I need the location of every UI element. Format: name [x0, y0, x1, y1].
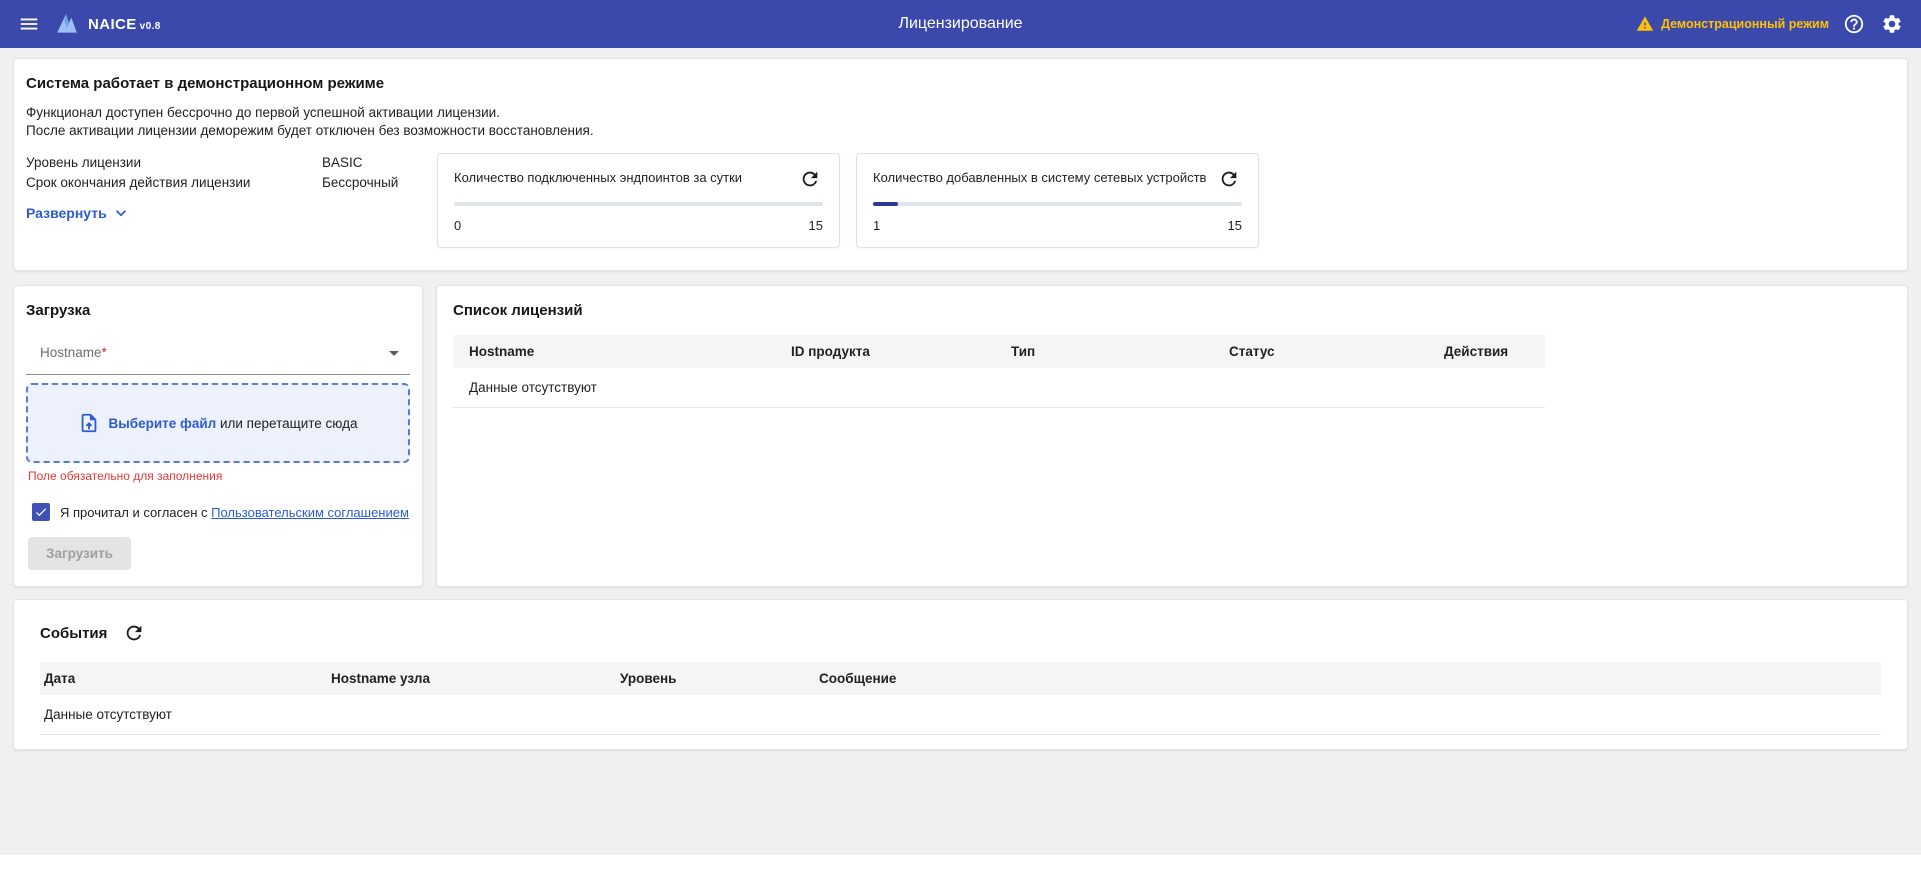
- demo-mode-card: Система работает в демонстрационном режи…: [13, 58, 1908, 271]
- devices-current-value: 1: [873, 218, 880, 233]
- user-agreement-link[interactable]: Пользовательским соглашением: [211, 505, 409, 520]
- license-expiry-label: Срок окончания действия лицензии: [26, 175, 322, 190]
- agreement-checkbox[interactable]: [32, 503, 50, 521]
- app-name: NAICEv0.8: [88, 16, 161, 33]
- column-header-product-id: ID продукта: [775, 335, 995, 368]
- hostname-select-label: Hostname: [40, 345, 102, 360]
- demo-card-title: Система работает в демонстрационном режи…: [26, 75, 1895, 92]
- column-header-node-hostname: Hostname узла: [327, 662, 616, 695]
- endpoints-meter-title: Количество подключенных эндпоинтов за су…: [454, 166, 742, 185]
- upload-file-icon: [78, 412, 100, 434]
- license-list-card: Список лицензий Hostname ID продукта Тип…: [436, 285, 1908, 587]
- refresh-icon: [799, 168, 821, 190]
- endpoints-max-value: 15: [809, 218, 823, 233]
- events-card: События Дата Hostname узла Уровень Сообщ…: [13, 599, 1908, 750]
- chevron-down-icon: [111, 203, 131, 223]
- endpoints-meter-card: Количество подключенных эндпоинтов за су…: [437, 153, 840, 248]
- events-table: Дата Hostname узла Уровень Сообщение Дан…: [40, 662, 1881, 735]
- dropdown-arrow-icon: [382, 341, 406, 365]
- refresh-button[interactable]: [1216, 166, 1242, 192]
- table-row: Данные отсутствуют: [453, 368, 1545, 408]
- upload-submit-button[interactable]: Загрузить: [28, 537, 131, 570]
- file-dropzone[interactable]: Выберите файл или перетащите сюда: [26, 383, 410, 463]
- appbar: NAICEv0.8 Лицензирование Демонстрационны…: [0, 0, 1921, 48]
- column-header-status: Статус: [1213, 335, 1428, 368]
- page-title: Лицензирование: [0, 15, 1921, 33]
- settings-button[interactable]: [1879, 11, 1905, 37]
- column-header-message: Сообщение: [815, 662, 1881, 695]
- menu-button[interactable]: [16, 11, 42, 37]
- devices-meter-title: Количество добавленных в систему сетевых…: [873, 166, 1206, 185]
- devices-progress-fill: [873, 202, 898, 206]
- field-required-error: Поле обязательно для заполнения: [26, 469, 410, 483]
- help-icon: [1843, 13, 1865, 35]
- devices-progress-track: [873, 202, 1242, 206]
- help-button[interactable]: [1841, 11, 1867, 37]
- expand-link[interactable]: Развернуть: [26, 203, 131, 223]
- gear-icon: [1881, 13, 1903, 35]
- events-title: События: [40, 625, 107, 642]
- endpoints-current-value: 0: [454, 218, 461, 233]
- app-version: v0.8: [140, 21, 161, 32]
- column-header-date: Дата: [40, 662, 327, 695]
- demo-description-line-2: После активации лицензии деморежим будет…: [26, 122, 1895, 140]
- license-list-title: Список лицензий: [453, 302, 1891, 319]
- agreement-text: Я прочитал и согласен с Пользовательским…: [60, 505, 409, 520]
- refresh-button[interactable]: [797, 166, 823, 192]
- refresh-icon: [123, 622, 145, 644]
- license-level-label: Уровень лицензии: [26, 155, 322, 170]
- upload-card: Загрузка Hostname* Выберите файл или пер…: [13, 285, 423, 587]
- app-logo-icon: [54, 11, 80, 37]
- main-content: Система работает в демонстрационном режи…: [0, 48, 1921, 855]
- endpoints-progress-track: [454, 202, 823, 206]
- devices-max-value: 15: [1228, 218, 1242, 233]
- check-icon: [34, 505, 48, 519]
- upload-card-title: Загрузка: [26, 302, 410, 319]
- column-header-level: Уровень: [616, 662, 815, 695]
- dropzone-hint-text: или перетащите сюда: [216, 416, 357, 431]
- empty-state-text: Данные отсутствуют: [40, 695, 1881, 735]
- warning-icon: [1636, 15, 1654, 33]
- hamburger-icon: [18, 13, 40, 35]
- column-header-type: Тип: [995, 335, 1213, 368]
- refresh-icon: [1218, 168, 1240, 190]
- demo-mode-badge: Демонстрационный режим: [1636, 15, 1829, 33]
- table-row: Данные отсутствуют: [40, 695, 1881, 735]
- license-summary: Уровень лицензии BASIC Срок окончания де…: [26, 153, 437, 223]
- empty-state-text: Данные отсутствуют: [453, 368, 1545, 408]
- license-expiry-value: Бессрочный: [322, 175, 398, 190]
- column-header-actions: Действия: [1428, 335, 1545, 368]
- demo-description-line-1: Функционал доступен бессрочно до первой …: [26, 104, 1895, 122]
- refresh-events-button[interactable]: [121, 620, 147, 646]
- hostname-select[interactable]: Hostname*: [26, 331, 410, 375]
- choose-file-link[interactable]: Выберите файл: [108, 416, 216, 431]
- demo-mode-label: Демонстрационный режим: [1661, 17, 1829, 31]
- required-asterisk: *: [102, 345, 107, 360]
- column-header-hostname: Hostname: [453, 335, 775, 368]
- license-level-value: BASIC: [322, 155, 363, 170]
- devices-meter-card: Количество добавленных в систему сетевых…: [856, 153, 1259, 248]
- expand-link-label: Развернуть: [26, 205, 107, 221]
- license-table: Hostname ID продукта Тип Статус Действия…: [453, 335, 1545, 408]
